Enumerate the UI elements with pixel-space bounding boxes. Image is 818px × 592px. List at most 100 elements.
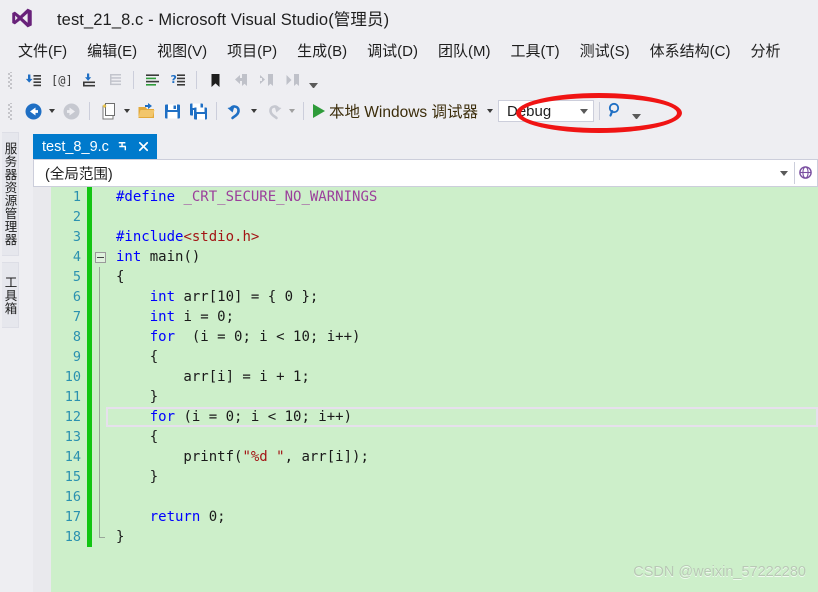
text-editor-toolbar: [@] ? bbox=[0, 66, 818, 94]
code-line[interactable]: 18} bbox=[51, 527, 818, 547]
save-icon[interactable] bbox=[159, 99, 185, 123]
fold-guide-end bbox=[99, 527, 105, 538]
next-bookmark-icon[interactable] bbox=[254, 68, 280, 92]
fold-margin[interactable] bbox=[92, 447, 108, 467]
fold-margin[interactable] bbox=[92, 527, 108, 547]
increase-indent-icon[interactable] bbox=[76, 68, 102, 92]
code-line[interactable]: 4 int main() bbox=[51, 247, 818, 267]
code-line[interactable]: 9 { bbox=[51, 347, 818, 367]
fold-margin[interactable] bbox=[92, 327, 108, 347]
menu-item-debug[interactable]: 调试(D) bbox=[357, 38, 428, 63]
decrease-indent-icon[interactable] bbox=[102, 68, 128, 92]
redo-icon[interactable] bbox=[260, 99, 286, 123]
left-tool-dock: 服务器资源管理器 工具箱 bbox=[0, 128, 20, 592]
menu-item-view[interactable]: 视图(V) bbox=[147, 38, 217, 63]
document-tab-test-8-9-c[interactable]: test_8_9.c bbox=[33, 134, 157, 159]
code-line[interactable]: 6 int arr[10] = { 0 }; bbox=[51, 287, 818, 307]
sidebar-item-server-explorer[interactable]: 服务器资源管理器 bbox=[2, 132, 19, 256]
code-line[interactable]: 14 printf("%d ", arr[i]); bbox=[51, 447, 818, 467]
start-debug-dropdown-icon[interactable] bbox=[484, 99, 496, 123]
menu-item-analyze[interactable]: 分析 bbox=[740, 38, 790, 63]
globe-icon[interactable] bbox=[795, 160, 817, 186]
fold-margin[interactable] bbox=[92, 247, 108, 267]
fold-margin[interactable] bbox=[92, 307, 108, 327]
menu-item-build[interactable]: 生成(B) bbox=[287, 38, 357, 63]
menu-item-team[interactable]: 团队(M) bbox=[428, 38, 501, 63]
pin-icon[interactable] bbox=[115, 139, 130, 154]
collapse-region-icon[interactable] bbox=[94, 251, 106, 263]
format-document-icon[interactable] bbox=[139, 68, 165, 92]
chevron-down-icon bbox=[580, 108, 588, 114]
line-number: 16 bbox=[64, 489, 81, 505]
code-line[interactable]: 10 arr[i] = i + 1; bbox=[51, 367, 818, 387]
start-debug-label[interactable]: 本地 Windows 调试器 bbox=[329, 100, 478, 122]
toolbar-overflow-icon[interactable] bbox=[306, 68, 320, 92]
fold-margin[interactable] bbox=[92, 227, 108, 247]
code-text: #include<stdio.h> bbox=[108, 227, 259, 247]
code-line[interactable]: 13 { bbox=[51, 427, 818, 447]
toolbar-grip[interactable] bbox=[7, 71, 16, 89]
menu-item-file[interactable]: 文件(F) bbox=[8, 38, 77, 63]
fold-margin[interactable] bbox=[92, 287, 108, 307]
code-line[interactable]: 8 for (i = 0; i < 10; i++) bbox=[51, 327, 818, 347]
toolbar-separator bbox=[599, 102, 600, 120]
format-selection-icon[interactable]: ? bbox=[165, 68, 191, 92]
clear-bookmarks-icon[interactable] bbox=[280, 68, 306, 92]
code-line[interactable]: 1 #define _CRT_SECURE_NO_WARNINGS bbox=[51, 187, 818, 207]
play-triangle-icon[interactable] bbox=[313, 104, 325, 118]
fold-margin[interactable] bbox=[92, 407, 108, 427]
navigate-forward-icon[interactable] bbox=[58, 99, 84, 123]
new-file-dropdown-icon[interactable] bbox=[121, 99, 133, 123]
toolbar-grip[interactable] bbox=[7, 102, 16, 120]
fold-margin[interactable] bbox=[92, 347, 108, 367]
code-text: for (i = 0; i < 10; i++) bbox=[108, 407, 352, 427]
fold-margin[interactable] bbox=[92, 207, 108, 227]
code-editor[interactable]: 1 #define _CRT_SECURE_NO_WARNINGS 2 3 #incl… bbox=[33, 187, 818, 592]
new-file-icon[interactable] bbox=[95, 99, 121, 123]
save-all-icon[interactable] bbox=[185, 99, 211, 123]
redo-dropdown-icon[interactable] bbox=[286, 99, 298, 123]
fold-margin[interactable] bbox=[92, 507, 108, 527]
fold-margin[interactable] bbox=[92, 387, 108, 407]
menu-item-architecture[interactable]: 体系结构(C) bbox=[640, 38, 741, 63]
fold-margin[interactable] bbox=[92, 367, 108, 387]
search-icon[interactable] bbox=[605, 99, 629, 123]
code-text: } bbox=[108, 467, 158, 487]
comment-selection-icon[interactable] bbox=[20, 68, 46, 92]
fold-margin[interactable] bbox=[92, 267, 108, 287]
code-line[interactable]: 16 bbox=[51, 487, 818, 507]
code-line[interactable]: 5{ bbox=[51, 267, 818, 287]
fold-margin[interactable] bbox=[92, 467, 108, 487]
sidebar-item-toolbox[interactable]: 工具箱 bbox=[2, 262, 19, 328]
code-line[interactable]: 11 } bbox=[51, 387, 818, 407]
navigate-backward-dropdown-icon[interactable] bbox=[46, 99, 58, 123]
menu-item-tools[interactable]: 工具(T) bbox=[500, 38, 569, 63]
fold-margin[interactable] bbox=[92, 187, 108, 207]
code-line[interactable]: 2 bbox=[51, 207, 818, 227]
code-line[interactable]: 15 } bbox=[51, 467, 818, 487]
close-icon[interactable] bbox=[136, 139, 151, 154]
undo-dropdown-icon[interactable] bbox=[248, 99, 260, 123]
uncomment-at-icon[interactable]: [@] bbox=[46, 68, 76, 92]
fold-margin[interactable] bbox=[92, 487, 108, 507]
toolbar-overflow-icon[interactable] bbox=[629, 99, 643, 123]
menu-item-test[interactable]: 测试(S) bbox=[570, 38, 640, 63]
undo-icon[interactable] bbox=[222, 99, 248, 123]
code-line[interactable]: 17 return 0; bbox=[51, 507, 818, 527]
solution-configuration-combobox[interactable]: Debug bbox=[498, 100, 594, 122]
menu-item-edit[interactable]: 编辑(E) bbox=[77, 38, 147, 63]
toggle-bookmark-icon[interactable] bbox=[202, 68, 228, 92]
scope-combobox[interactable]: (全局范围) bbox=[34, 160, 794, 186]
code-token: 0; bbox=[200, 509, 226, 525]
navigate-backward-icon[interactable] bbox=[20, 99, 46, 123]
fold-margin[interactable] bbox=[92, 427, 108, 447]
code-line[interactable]: 3 #include<stdio.h> bbox=[51, 227, 818, 247]
code-line[interactable]: 12 for (i = 0; i < 10; i++) bbox=[51, 407, 818, 427]
code-line[interactable]: 7 int i = 0; bbox=[51, 307, 818, 327]
line-number: 18 bbox=[64, 529, 81, 545]
open-file-icon[interactable] bbox=[133, 99, 159, 123]
previous-bookmark-icon[interactable] bbox=[228, 68, 254, 92]
code-token: return bbox=[149, 509, 201, 525]
menu-item-project[interactable]: 项目(P) bbox=[217, 38, 287, 63]
